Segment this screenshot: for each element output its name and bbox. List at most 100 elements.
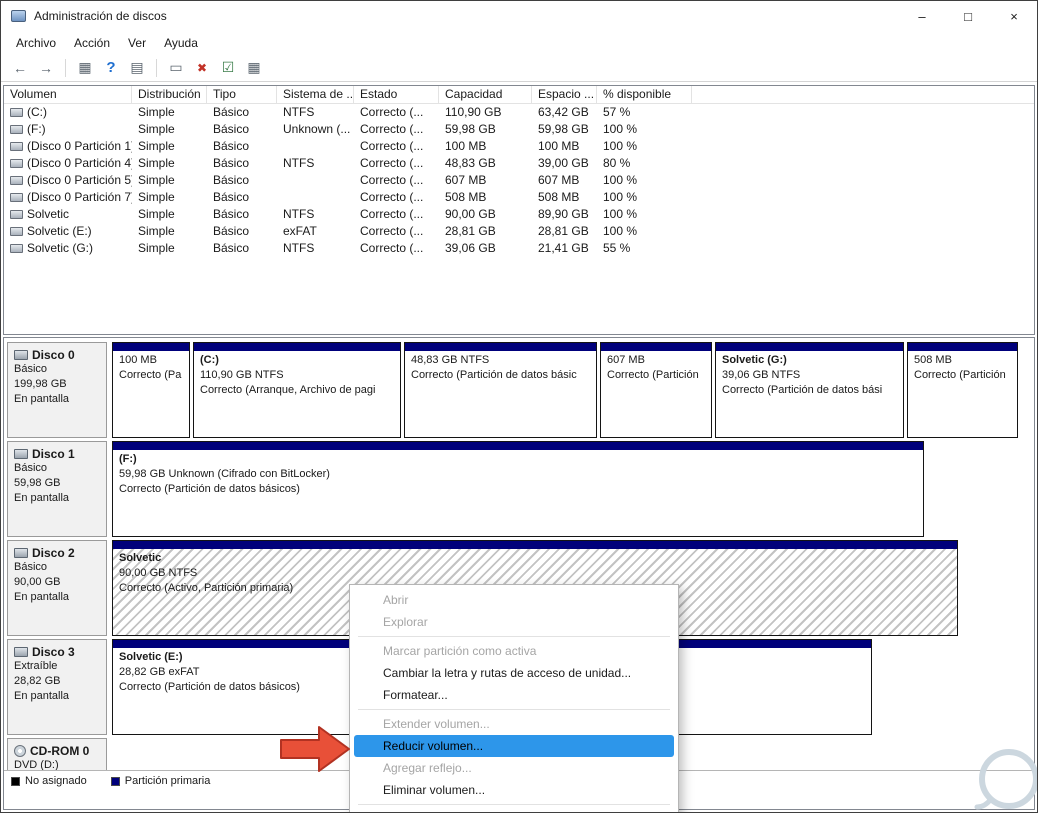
toolbar: ← → ▦? ▤ ▭ ✖ ☑ ▦: [1, 54, 1037, 82]
console-tree-icon[interactable]: ▦: [74, 58, 96, 78]
toolbar-separator: [156, 58, 157, 77]
help-panel-icon[interactable]: ▦: [243, 58, 265, 78]
menu-acción[interactable]: Acción: [65, 33, 119, 53]
table-row[interactable]: (Disco 0 Partición 4) Simple Básico NTFS Cor…: [4, 155, 1034, 172]
table-cell: [277, 138, 354, 155]
cell-text: Simple: [138, 139, 175, 153]
partition[interactable]: 508 MB Correcto (Partición: [907, 342, 1018, 438]
cell-text: Básico: [213, 156, 250, 170]
table-cell: [277, 189, 354, 206]
disk-info: En pantalla: [14, 591, 70, 603]
menu-separator: [358, 804, 670, 805]
table-row[interactable]: Solvetic Simple Básico NTFS Correcto (... 90,…: [4, 206, 1034, 223]
disk-label[interactable]: Disco 3 Extraíble 28,82 GB En pantalla: [7, 639, 107, 735]
menu-ayuda[interactable]: Ayuda: [155, 33, 207, 53]
table-cell: 28,81 GB: [532, 223, 597, 240]
disk-label[interactable]: Disco 1 Básico 59,98 GB En pantalla: [7, 441, 107, 537]
partition[interactable]: (C:) 110,90 GB NTFS Correcto (Arranque, Ar…: [193, 342, 401, 438]
cell-text: 28,81 GB: [445, 224, 496, 238]
forward-icon[interactable]: →: [35, 58, 57, 78]
properties-icon[interactable]: ☑: [217, 58, 239, 78]
delete-volume-icon[interactable]: ✖: [191, 58, 213, 78]
partition-name: (C:): [200, 354, 219, 366]
disk-name-row: Disco 0: [14, 348, 100, 362]
column-header[interactable]: Volumen: [4, 86, 132, 103]
volume-icon: [10, 244, 23, 253]
maximize-button[interactable]: □: [945, 1, 991, 31]
table-cell: Básico: [207, 121, 277, 138]
partition-line: Correcto (Partición: [607, 369, 699, 381]
table-cell: [277, 172, 354, 189]
disk-label[interactable]: Disco 0 Básico 199,98 GB En pantalla: [7, 342, 107, 438]
disk-info: 90,00 GB: [14, 576, 61, 588]
table-cell: 59,98 GB: [439, 121, 532, 138]
cell-text: 100 %: [603, 190, 638, 204]
legend-swatch: [110, 776, 120, 786]
cell-text: 100 %: [603, 207, 638, 221]
disk-name-row: Disco 1: [14, 447, 100, 461]
cell-text: Básico: [213, 122, 250, 136]
context-menu-item[interactable]: Eliminar volumen...: [350, 779, 678, 801]
partition-line: Correcto (Partición: [914, 369, 1006, 381]
volume-table-rows: (C:) Simple Básico NTFS Correcto (... 110,90 …: [4, 104, 1034, 257]
context-menu-item[interactable]: Formatear...: [350, 684, 678, 706]
table-row[interactable]: (Disco 0 Partición 5) Simple Básico Correct…: [4, 172, 1034, 189]
column-header[interactable]: Distribución: [132, 86, 207, 103]
context-menu-item[interactable]: Reducir volumen...: [354, 735, 674, 757]
cell-text: 508 MB: [445, 190, 487, 204]
disk-icon: [14, 548, 28, 558]
table-row[interactable]: (C:) Simple Básico NTFS Correcto (... 110,90 …: [4, 104, 1034, 121]
panel-view-icon[interactable]: ▤: [126, 58, 148, 78]
partition[interactable]: 607 MB Correcto (Partición: [600, 342, 712, 438]
disk-name: CD-ROM 0: [30, 744, 90, 758]
column-header[interactable]: Sistema de ...: [277, 86, 354, 103]
cell-text: NTFS: [283, 207, 315, 221]
table-cell: Básico: [207, 240, 277, 257]
legend-label: Partición primaria: [124, 775, 211, 787]
partition-line: 110,90 GB NTFS: [200, 369, 284, 381]
disk-label[interactable]: Disco 2 Básico 90,00 GB En pantalla: [7, 540, 107, 636]
column-header[interactable]: Capacidad: [439, 86, 532, 103]
help-icon[interactable]: ?: [100, 58, 122, 78]
partition[interactable]: 48,83 GB NTFS Correcto (Partición de dato…: [404, 342, 597, 438]
partition[interactable]: 100 MB Correcto (Pa: [112, 342, 190, 438]
disk-icon: [14, 350, 28, 360]
back-icon[interactable]: ←: [9, 58, 31, 78]
table-cell: 607 MB: [439, 172, 532, 189]
column-header[interactable]: % disponible: [597, 86, 692, 103]
partition-line: Correcto (Partición de datos bási: [722, 384, 883, 396]
partition-info: (C:) 110,90 GB NTFS Correcto (Arranque, Ar…: [194, 351, 400, 400]
table-cell: Unknown (...: [277, 121, 354, 138]
cell-text: 607 MB: [538, 173, 580, 187]
partition[interactable]: Solvetic (G:) 39,06 GB NTFS Correcto (Part…: [715, 342, 904, 438]
cell-text: 100 %: [603, 122, 638, 136]
table-row[interactable]: (F:) Simple Básico Unknown (... Correcto (..…: [4, 121, 1034, 138]
cell-text: Simple: [138, 224, 175, 238]
close-button[interactable]: ×: [991, 1, 1037, 31]
context-menu-item[interactable]: Cambiar la letra y rutas de acceso de un…: [350, 662, 678, 684]
column-header[interactable]: Espacio ...: [532, 86, 597, 103]
volume-icon: [10, 227, 23, 236]
cell-text: (Disco 0 Partición 1): [27, 139, 132, 153]
table-cell: Correcto (...: [354, 189, 439, 206]
action-dialog-icon[interactable]: ▭: [165, 58, 187, 78]
disk-management-window: Administración de discos – □ × Archivo Ac…: [0, 0, 1038, 813]
cell-text: Simple: [138, 207, 175, 221]
table-row[interactable]: (Disco 0 Partición 7) Simple Básico Correct…: [4, 189, 1034, 206]
partition-name: (F:): [119, 453, 137, 465]
table-row[interactable]: Solvetic (G:) Simple Básico NTFS Correcto (.…: [4, 240, 1034, 257]
cell-text: (C:): [27, 105, 47, 119]
partition[interactable]: (F:) 59,98 GB Unknown (Cifrado con BitLoc…: [112, 441, 924, 537]
table-cell: (Disco 0 Partición 7): [4, 189, 132, 206]
disk-info: 28,82 GB: [14, 675, 61, 687]
column-header[interactable]: Tipo: [207, 86, 277, 103]
minimize-button[interactable]: –: [899, 1, 945, 31]
table-row[interactable]: (Disco 0 Partición 1) Simple Básico Correct…: [4, 138, 1034, 155]
watermark-logo: [974, 749, 1037, 810]
menu-archivo[interactable]: Archivo: [7, 33, 65, 53]
menu-ver[interactable]: Ver: [119, 33, 155, 53]
table-row[interactable]: Solvetic (E:) Simple Básico exFAT Correcto (…: [4, 223, 1034, 240]
cell-text: NTFS: [283, 241, 315, 255]
column-header[interactable]: Estado: [354, 86, 439, 103]
partition-info: 100 MB Correcto (Pa: [113, 351, 189, 385]
